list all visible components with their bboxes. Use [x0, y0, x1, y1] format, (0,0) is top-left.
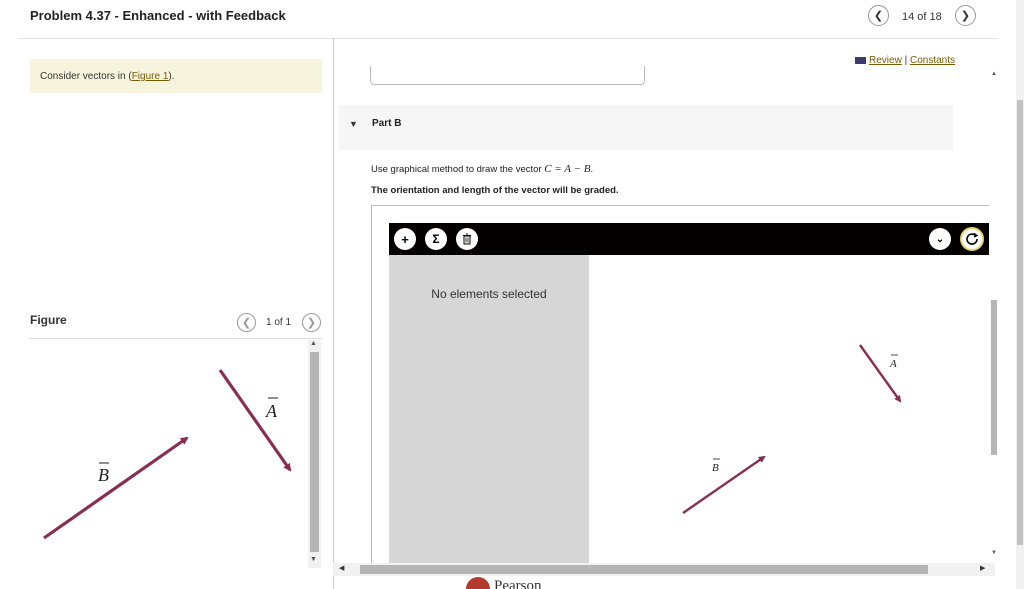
- panel-divider[interactable]: [333, 38, 334, 589]
- instruction-text: Use graphical method to draw the vector …: [371, 163, 593, 175]
- scroll-right-icon[interactable]: ▶: [980, 564, 985, 572]
- consider-text-end: ).: [168, 71, 175, 82]
- scroll-left-icon[interactable]: ◀: [339, 564, 344, 572]
- figure-divider: [30, 338, 322, 339]
- figure-vector-a: [218, 369, 292, 472]
- tool-scroll-up-icon[interactable]: ▲: [991, 71, 997, 77]
- sum-vector-button[interactable]: Σ: [425, 228, 447, 250]
- figure-link[interactable]: Figure 1: [132, 71, 169, 82]
- part-b-header[interactable]: [339, 105, 953, 150]
- canvas-vector-b: [682, 455, 766, 514]
- chevron-left-icon: ❮: [873, 10, 884, 22]
- figure-vector-b: [43, 436, 189, 540]
- problem-title: Problem 4.37 - Enhanced - with Feedback: [30, 8, 286, 23]
- figure-scroll-thumb[interactable]: [310, 352, 319, 552]
- grading-note: The orientation and length of the vector…: [371, 185, 619, 196]
- top-bar: Problem 4.37 - Enhanced - with Feedback …: [0, 0, 1024, 38]
- header-divider: [18, 38, 998, 39]
- chevron-right-icon: ❯: [306, 317, 317, 329]
- tool-scroll-thumb[interactable]: [991, 300, 997, 455]
- chevron-down-icon: ⌄: [935, 233, 945, 245]
- figure-label-b: B: [98, 465, 109, 485]
- figure-label-a: A: [265, 401, 278, 421]
- previous-problem-button[interactable]: ❮: [868, 5, 889, 26]
- problem-pager: 14 of 18: [902, 11, 942, 23]
- horizontal-scroll-thumb[interactable]: [360, 565, 928, 574]
- consider-box: Consider vectors in (Figure 1).: [30, 59, 322, 93]
- canvas-vector-a: [859, 344, 902, 403]
- pearson-logo-icon: [466, 577, 490, 589]
- tool-scroll-down-icon[interactable]: ▼: [991, 550, 997, 556]
- figure-heading: Figure: [30, 313, 67, 327]
- vector-toolbar: + Σ ⌄: [389, 223, 993, 255]
- chevron-right-icon: ❯: [960, 10, 971, 22]
- sigma-icon: Σ: [432, 232, 440, 246]
- options-dropdown-button[interactable]: ⌄: [929, 228, 951, 250]
- review-links: Review | Constants: [855, 55, 955, 66]
- book-icon: [855, 56, 866, 64]
- no-elements-text: No elements selected: [431, 287, 547, 301]
- horizontal-scrollbar[interactable]: ◀ ▶: [333, 563, 995, 576]
- reset-icon: [966, 232, 979, 245]
- reset-button[interactable]: [960, 227, 984, 251]
- consider-text: Consider vectors in (: [40, 71, 132, 82]
- figure-vectors: A B: [43, 369, 292, 540]
- instruction-prefix: Use graphical method to draw the vector: [371, 164, 545, 175]
- constants-link[interactable]: Constants: [910, 55, 955, 66]
- pearson-logo: Pearson: [466, 576, 586, 589]
- trash-icon: [463, 233, 471, 245]
- figure-prev-button[interactable]: ❮: [237, 313, 256, 332]
- canvas-label-a: A: [889, 358, 897, 370]
- canvas-vectors[interactable]: A B: [595, 263, 993, 565]
- figure-next-button[interactable]: ❯: [302, 313, 321, 332]
- next-problem-button[interactable]: ❯: [955, 5, 976, 26]
- collapse-caret-icon[interactable]: ▼: [349, 119, 358, 129]
- page-scroll-thumb[interactable]: [1017, 100, 1023, 545]
- instruction-suffix: .: [590, 164, 594, 175]
- delete-button[interactable]: [456, 228, 478, 250]
- scroll-down-icon[interactable]: ▼: [310, 556, 317, 563]
- chevron-left-icon: ❮: [241, 317, 252, 329]
- scroll-up-icon[interactable]: ▲: [310, 340, 317, 347]
- plus-icon: +: [401, 231, 409, 247]
- figure-pager: 1 of 1: [266, 317, 292, 328]
- drawing-canvas[interactable]: A B: [595, 263, 993, 565]
- instruction-equation: C = A − B: [544, 163, 591, 175]
- review-link[interactable]: Review: [869, 55, 902, 66]
- links-separator: |: [904, 55, 908, 66]
- add-vector-button[interactable]: +: [394, 228, 416, 250]
- canvas-label-b: B: [712, 462, 719, 474]
- properties-pane: [389, 255, 589, 565]
- previous-answer-box: [370, 66, 645, 85]
- pearson-brand: Pearson: [494, 578, 542, 589]
- part-b-title: Part B: [372, 118, 402, 129]
